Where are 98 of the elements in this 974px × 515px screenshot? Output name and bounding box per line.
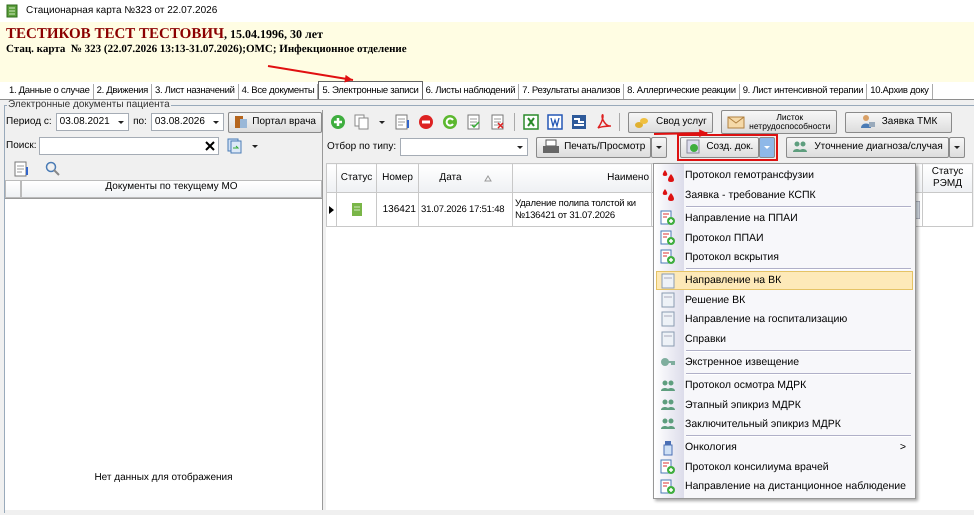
printer-icon — [542, 139, 560, 155]
form-icon — [660, 292, 676, 308]
search-field[interactable] — [38, 137, 218, 155]
split-button[interactable]: Уточнение диагноза/случая — [786, 136, 949, 158]
menu-item[interactable]: Справки — [656, 329, 913, 349]
menu-item[interactable]: Этапный эпикриз МДРК — [656, 395, 913, 415]
document-plus-icon — [660, 230, 676, 246]
column-header: Наимено — [512, 164, 652, 192]
copy-icon[interactable] — [354, 114, 370, 130]
user-icon — [860, 114, 878, 130]
dropdown-toggle-button[interactable] — [759, 136, 776, 158]
document-edit-icon[interactable] — [394, 114, 410, 130]
pdf-icon[interactable] — [595, 114, 611, 130]
tab[interactable]: 7. Результаты анализов — [519, 84, 624, 99]
document-delete-icon[interactable] — [490, 114, 506, 130]
tab[interactable]: 2. Движения — [94, 84, 152, 99]
tab[interactable]: 9. Лист интенсивной терапии — [740, 84, 868, 99]
caret-icon — [763, 144, 772, 150]
document-icon — [352, 203, 362, 216]
menu-item[interactable]: Протокол гемотрансфузии — [656, 166, 913, 186]
document-plus-icon — [660, 249, 676, 266]
window-icon — [6, 4, 18, 18]
caret-icon — [952, 144, 961, 150]
dropdown-toggle-button[interactable] — [651, 136, 668, 158]
menu-item[interactable]: Протокол вскрытия — [656, 248, 913, 267]
menu-item[interactable]: Онкология > — [656, 438, 913, 458]
menu-item[interactable]: Протокол осмотра МДРК — [656, 376, 913, 396]
caret-icon[interactable] — [250, 143, 258, 149]
document-plus-icon — [660, 210, 676, 226]
header-cell — [5, 180, 21, 198]
drops-icon — [660, 187, 676, 204]
empty-message: Нет данных для отображения — [94, 472, 233, 484]
column-header: Дата — [439, 172, 462, 184]
caret-icon — [655, 144, 664, 150]
document-edit-icon[interactable] — [13, 161, 29, 177]
form-icon — [660, 330, 676, 347]
drops-icon — [660, 168, 676, 184]
tab[interactable]: 8. Аллергические реакции — [624, 84, 740, 99]
split-button[interactable]: Печать/Просмотр — [536, 136, 652, 158]
form-icon — [660, 272, 676, 289]
menu-item[interactable]: Направление на госпитализацию — [656, 310, 913, 330]
spreadsheet-icon[interactable] — [523, 114, 539, 130]
menu-item[interactable]: Направление на ВК — [656, 270, 913, 290]
column-header: Статус РЭМД — [922, 164, 972, 192]
group-title: Электронные документы пациента — [7, 100, 171, 110]
minus-icon[interactable] — [418, 114, 434, 130]
caret-icon — [516, 144, 524, 150]
clear-icon[interactable] — [204, 141, 214, 151]
menu-item[interactable]: Заявка - требование КСПК — [656, 185, 913, 205]
word-document-icon[interactable] — [547, 114, 563, 130]
envelope-icon — [726, 114, 745, 130]
caret-icon — [117, 119, 126, 125]
caret-icon[interactable] — [378, 119, 386, 125]
sort-icon — [484, 174, 492, 182]
toolbar-button[interactable]: Заявка ТМК — [844, 112, 952, 132]
tab[interactable]: 6. Листы наблюдений — [422, 84, 520, 99]
toolbar-button[interactable]: Свод услуг — [628, 112, 713, 132]
search-icon[interactable] — [45, 161, 61, 177]
case-info: Стац. карта № 323 (22.07.2026 13:13-31.07.2026);ОМС; Инфекционное отделение — [6, 43, 407, 56]
patient-line: ТЕСТИКОВ ТЕСТ ТЕСТОВИЧ, 15.04.1996, 30 лет — [6, 25, 323, 43]
menu-item[interactable]: Направление на дистанционное наблюдение — [656, 476, 913, 496]
tab[interactable]: 5. Электронные записи — [318, 81, 423, 99]
split-button[interactable]: Созд. док. — [680, 136, 760, 158]
filter-label: Отбор по типу: — [327, 141, 396, 153]
to-label: по: — [133, 116, 147, 128]
form-icon — [660, 311, 676, 328]
people-icon — [660, 396, 676, 413]
add-icon[interactable] — [330, 114, 346, 130]
export-icon[interactable] — [571, 114, 587, 130]
column-header: Статус — [336, 164, 376, 192]
document-check-icon[interactable] — [466, 114, 482, 130]
menu-item[interactable]: Направление на ППАИ — [656, 208, 913, 228]
document-plus-icon — [686, 139, 702, 155]
document-plus-icon — [660, 478, 676, 495]
period-label: Период с: — [6, 116, 52, 128]
search-label: Поиск: — [6, 140, 36, 152]
menu-item[interactable]: Протокол ППАИ — [656, 228, 913, 248]
menu-item[interactable]: Протокол консилиума врачей — [656, 457, 913, 477]
tab[interactable]: 1. Данные о случае — [6, 84, 94, 99]
date-field[interactable]: 03.08.2026 — [150, 113, 224, 131]
refresh-icon[interactable] — [442, 114, 458, 130]
column-header: Номер — [376, 164, 418, 192]
type-filter-field[interactable] — [400, 138, 528, 156]
caret-icon — [212, 119, 220, 125]
document-plus-icon — [660, 459, 676, 476]
documents-icon[interactable] — [226, 138, 242, 154]
menu-item[interactable]: Решение ВК — [656, 290, 913, 310]
portal-button[interactable]: Портал врача — [228, 112, 322, 132]
tab[interactable]: 3. Лист назначений — [152, 84, 239, 99]
menu-item[interactable]: Заключительный эпикриз МДРК — [656, 414, 913, 434]
toolbar-button[interactable]: Листок нетрудоспособности — [720, 110, 837, 134]
menu-item[interactable]: Экстренное извещение — [656, 352, 913, 372]
tab[interactable]: 10.Архив доку — [867, 84, 933, 99]
people-icon — [660, 378, 676, 394]
window-title: Стационарная карта №323 от 22.07.2026 — [26, 5, 218, 17]
dropdown-toggle-button[interactable] — [948, 136, 965, 158]
date-field[interactable]: 03.08.2021 — [56, 113, 130, 131]
column-header: Документы по текущему МО — [21, 180, 322, 198]
